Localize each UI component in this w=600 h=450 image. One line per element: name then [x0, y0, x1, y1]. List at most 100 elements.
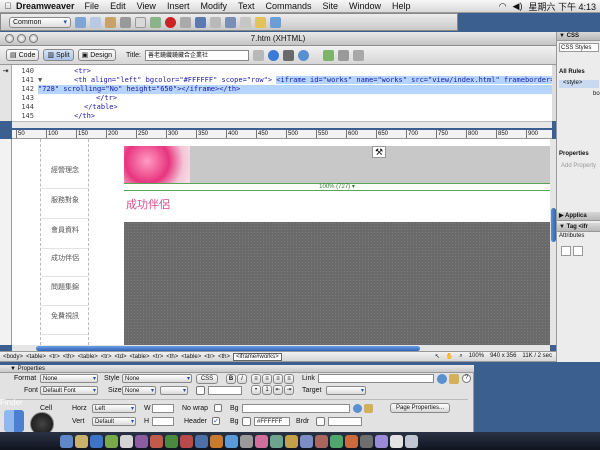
css-panel-header[interactable]: ▼ CSS [557, 32, 600, 41]
finder-icon[interactable] [4, 410, 24, 432]
menu-commands[interactable]: Commands [265, 1, 311, 11]
size-select[interactable]: None [122, 386, 156, 395]
globe-icon[interactable] [297, 49, 309, 61]
photo-icon[interactable] [135, 434, 148, 448]
menu-window[interactable]: Window [349, 1, 381, 11]
zoom-tool-icon[interactable]: ⌕ [459, 353, 462, 360]
crumb-tag[interactable]: <body> [3, 354, 23, 360]
mail-icon[interactable] [60, 434, 73, 448]
terminal-icon[interactable] [360, 434, 373, 448]
nav-item-video[interactable]: 免費視訊 [42, 311, 88, 335]
server-include-icon[interactable] [195, 16, 206, 28]
acrobat-icon[interactable] [150, 434, 163, 448]
image-icon[interactable] [150, 16, 161, 28]
rule-bo[interactable]: bo [593, 91, 600, 97]
header-checkbox[interactable]: ✓ [212, 417, 220, 425]
help-icon[interactable]: ? [462, 374, 471, 383]
flash-icon[interactable] [180, 434, 193, 448]
code-horizontal-scrollbar[interactable] [12, 121, 552, 128]
itunes-icon[interactable] [105, 434, 118, 448]
applications-panel-header[interactable]: ▶ Applica [557, 212, 600, 221]
crumb-tag[interactable]: <tr> [101, 354, 112, 360]
nav-item-faq[interactable]: 問題集錦 [42, 282, 88, 306]
minimize-icon[interactable] [17, 34, 26, 43]
crumb-selected-tag[interactable]: <iframe#works> [232, 352, 282, 361]
menu-file[interactable]: File [85, 1, 100, 11]
crumb-tag[interactable]: <tr> [153, 354, 164, 360]
nav-item-philosophy[interactable]: 經營理念 [42, 165, 88, 189]
nav-item-members[interactable]: 會員資料 [42, 225, 88, 249]
outdent-icon[interactable]: ⇤ [273, 385, 283, 395]
link-input[interactable] [318, 374, 434, 383]
templates-icon[interactable] [255, 16, 266, 28]
iframe-works-placeholder[interactable] [124, 222, 550, 345]
horz-select[interactable]: Left [92, 404, 136, 413]
table-icon[interactable] [120, 16, 131, 28]
menu-edit[interactable]: Edit [110, 1, 126, 11]
format-select[interactable]: None [40, 374, 98, 383]
crumb-tag[interactable]: <th> [218, 354, 230, 360]
wrench-icon[interactable]: ⚒ [372, 146, 386, 158]
preview-browser-icon[interactable] [267, 49, 279, 61]
zoom-icon[interactable] [29, 34, 38, 43]
check-page-icon[interactable] [282, 49, 294, 61]
properties-header[interactable]: ▼ Properties [0, 365, 474, 373]
crumb-tag[interactable]: <table> [130, 354, 150, 360]
illustrator-icon[interactable] [210, 434, 223, 448]
file-management-icon[interactable] [252, 49, 264, 61]
calendar-icon[interactable] [120, 434, 133, 448]
window-size[interactable]: 940 x 356 [490, 353, 516, 360]
zoom-select[interactable]: 100% [469, 353, 484, 360]
wifi-icon[interactable]: ◠ [499, 1, 507, 12]
menu-modify[interactable]: Modify [200, 1, 227, 11]
view-options-icon[interactable] [337, 49, 349, 61]
volume-icon[interactable]: ◀) [513, 1, 523, 12]
menu-site[interactable]: Site [323, 1, 339, 11]
font-select[interactable]: Default Font [40, 386, 98, 395]
date-icon[interactable] [180, 16, 191, 28]
bg-browse-folder-icon[interactable] [364, 404, 373, 413]
size-unit-select[interactable] [160, 386, 188, 395]
nowrap-checkbox[interactable] [214, 404, 222, 412]
menu-insert[interactable]: Insert [167, 1, 190, 11]
bg-color-input[interactable]: #FFFFFF [254, 417, 290, 426]
cell-width-input[interactable] [152, 404, 174, 413]
ichat-icon[interactable] [75, 434, 88, 448]
point-to-file-icon[interactable] [437, 374, 447, 384]
menu-text[interactable]: Text [238, 1, 255, 11]
downloads-icon[interactable] [390, 434, 403, 448]
crumb-tag[interactable]: <table> [26, 354, 46, 360]
dreamweaver-icon[interactable] [165, 434, 178, 448]
css-styles-tab[interactable]: CSS Styles [559, 43, 599, 52]
crumb-tag[interactable]: <table> [78, 354, 98, 360]
code-editor[interactable]: 140 <tr> 141 ▼ <th align="left" bgcolor="#F… [12, 65, 552, 121]
css-button[interactable]: CSS [196, 374, 218, 384]
system-prefs-icon[interactable] [240, 434, 253, 448]
crumb-tag[interactable]: <tr> [204, 354, 215, 360]
script-icon[interactable] [240, 16, 251, 28]
excel-icon[interactable] [330, 434, 343, 448]
vert-select[interactable]: Default [92, 417, 136, 426]
close-icon[interactable] [5, 34, 14, 43]
safari-icon[interactable] [90, 434, 103, 448]
pointer-tool-icon[interactable]: ↖ [435, 353, 440, 360]
crumb-tag[interactable]: <tr> [49, 354, 60, 360]
finder-dock-icon[interactable] [225, 434, 238, 448]
border-color-swatch[interactable] [316, 417, 325, 426]
ordered-list-icon[interactable]: 1 [262, 385, 272, 395]
insert-category-select[interactable]: Common ▾ [9, 16, 71, 28]
browse-folder-icon[interactable] [449, 374, 459, 384]
bg-point-to-file-icon[interactable] [353, 404, 362, 413]
banner-image[interactable] [124, 146, 190, 184]
page-properties-button[interactable]: Page Properties... [390, 403, 450, 413]
crumb-tag[interactable]: <td> [114, 354, 126, 360]
hyperlink-icon[interactable] [75, 16, 86, 28]
dock-app-icon[interactable] [375, 434, 388, 448]
split-view-button[interactable]: ▥ Split [43, 49, 74, 61]
preview-icon[interactable] [300, 434, 313, 448]
cell-height-input[interactable] [152, 417, 174, 426]
trash-icon[interactable] [405, 434, 418, 448]
crumb-tag[interactable]: <th> [63, 354, 75, 360]
tag-chooser-icon[interactable] [270, 16, 281, 28]
div-icon[interactable] [135, 16, 146, 28]
